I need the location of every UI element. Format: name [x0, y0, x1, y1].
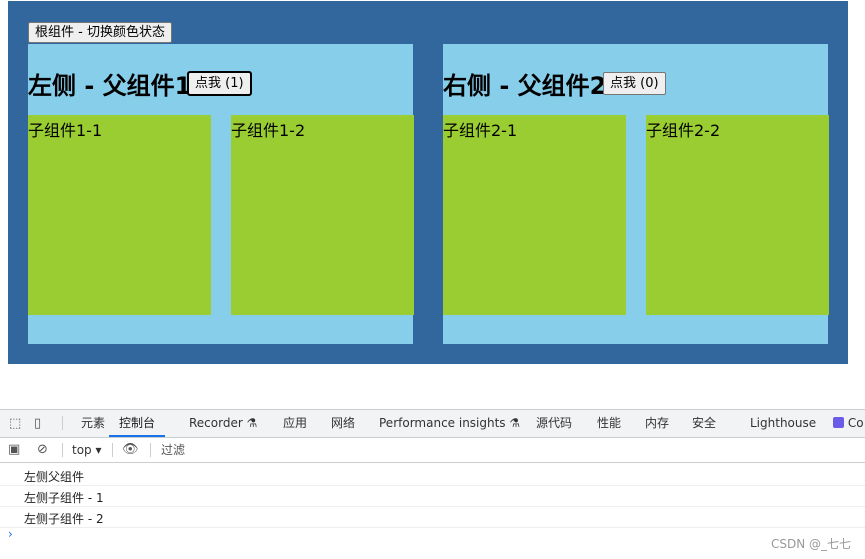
child-2-2: 子组件2-2: [646, 115, 829, 315]
divider: [62, 416, 63, 430]
tab-extension-label: Co: [847, 416, 864, 430]
tab-security[interactable]: 安全: [692, 410, 716, 437]
eye-icon[interactable]: 👁: [122, 438, 139, 462]
context-label: top: [72, 443, 92, 457]
divider: [62, 443, 63, 457]
clear-console-icon[interactable]: ⊘: [37, 438, 48, 462]
device-toggle-icon[interactable]: ▯: [34, 410, 41, 437]
context-selector[interactable]: top ▾: [72, 438, 102, 462]
log-message: 左侧父组件: [24, 470, 85, 484]
tab-recorder[interactable]: Recorder ⚗: [189, 410, 257, 437]
extension-icon: [833, 417, 844, 428]
devtools-panel: ⬚ ▯ 元素 控制台 Recorder ⚗ 应用 网络 Performance …: [0, 409, 865, 559]
tab-performance-insights[interactable]: Performance insights ⚗: [379, 410, 520, 437]
console-toolbar: ▣ ⊘ top ▾ 👁 过滤: [0, 438, 865, 463]
tab-performance-insights-label: Performance insights: [379, 416, 506, 430]
tab-recorder-label: Recorder: [189, 416, 243, 430]
right-parent-title: 右侧 - 父组件2: [443, 72, 607, 100]
console-prompt-icon[interactable]: ›: [8, 527, 13, 541]
divider: [112, 443, 113, 457]
tab-memory[interactable]: 内存: [645, 410, 669, 437]
tab-console[interactable]: 控制台: [109, 410, 166, 437]
flask-icon: ⚗: [246, 416, 258, 430]
tab-lighthouse[interactable]: Lighthouse: [750, 410, 816, 437]
right-parent-component: 右侧 - 父组件2 点我 (0) 子组件2-1 子组件2-2: [443, 44, 829, 344]
watermark: CSDN @_七七: [770, 537, 851, 551]
tab-network[interactable]: 网络: [331, 410, 355, 437]
console-row: 左侧子组件 - 1: [0, 486, 865, 507]
child-1-2: 子组件1-2: [231, 115, 414, 315]
tab-sources[interactable]: 源代码: [536, 410, 572, 437]
child-1-1: 子组件1-1: [28, 115, 211, 315]
tab-performance[interactable]: 性能: [597, 410, 621, 437]
log-message: 左侧子组件 - 1: [24, 491, 104, 505]
tab-application[interactable]: 应用: [283, 410, 307, 437]
child-2-1: 子组件2-1: [443, 115, 626, 315]
child-label: 子组件1-1: [28, 121, 103, 140]
left-parent-component: 左侧 - 父组件1 点我 (1) 子组件1-1 子组件1-2: [28, 44, 414, 344]
console-row: 左侧父组件: [0, 465, 865, 486]
right-click-button[interactable]: 点我 (0): [603, 72, 666, 95]
tab-elements[interactable]: 元素: [81, 410, 105, 437]
devtools-tabbar: ⬚ ▯ 元素 控制台 Recorder ⚗ 应用 网络 Performance …: [0, 409, 865, 438]
toggle-color-button[interactable]: 根组件 - 切换颜色状态: [28, 22, 172, 43]
flask-icon: ⚗: [509, 416, 521, 430]
child-label: 子组件1-2: [231, 121, 306, 140]
log-message: 左侧子组件 - 2: [24, 512, 104, 526]
console-row: 左侧子组件 - 2: [0, 507, 865, 528]
child-label: 子组件2-1: [443, 121, 518, 140]
inspect-icon[interactable]: ⬚: [9, 410, 21, 437]
tab-extension[interactable]: Co: [833, 410, 864, 437]
sidebar-toggle-icon[interactable]: ▣: [8, 438, 20, 462]
left-parent-title: 左侧 - 父组件1: [28, 72, 192, 100]
left-click-button[interactable]: 点我 (1): [187, 71, 252, 96]
filter-input[interactable]: 过滤: [161, 438, 185, 462]
root-component: 根组件 - 切换颜色状态 左侧 - 父组件1 点我 (1) 子组件1-1 子组件…: [8, 1, 848, 364]
child-label: 子组件2-2: [646, 121, 721, 140]
divider: [150, 443, 151, 457]
